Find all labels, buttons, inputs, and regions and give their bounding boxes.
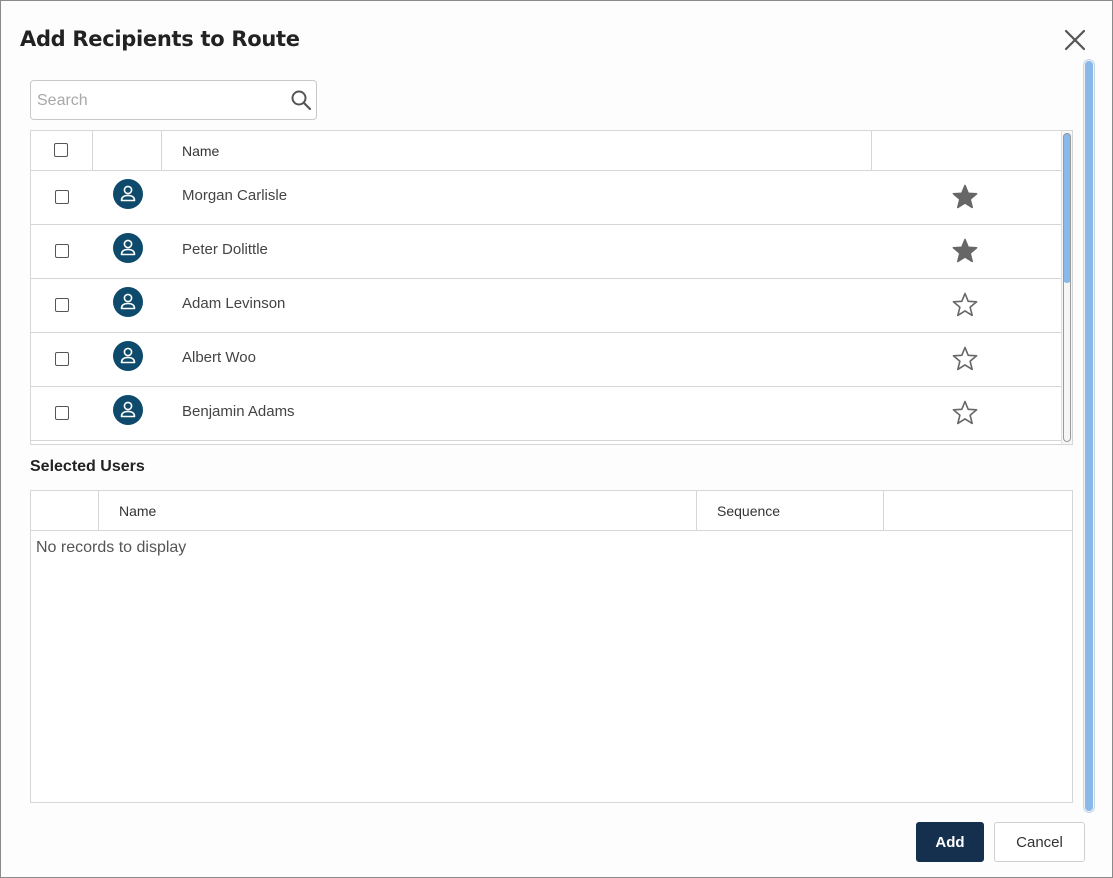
row-name: Benjamin Adams	[182, 403, 295, 420]
empty-message: No records to display	[36, 539, 187, 556]
recipients-grid-scrollbar-frame	[1063, 133, 1071, 442]
row-checkbox[interactable]	[55, 244, 69, 258]
search-box	[30, 80, 317, 120]
search-icon[interactable]	[290, 89, 312, 111]
user-avatar-icon	[113, 341, 143, 371]
close-icon[interactable]	[1062, 27, 1088, 53]
recipients-grid-scrollbar[interactable]	[1061, 131, 1072, 444]
star-filled-icon[interactable]	[952, 184, 978, 210]
star-outline-icon[interactable]	[952, 400, 978, 426]
star-outline-icon[interactable]	[952, 292, 978, 318]
header-avatar-cell	[93, 131, 162, 171]
recipients-grid: Name Morgan Carlisle Peter Dolittle Adam L…	[30, 130, 1073, 445]
table-row[interactable]: Albert Woo	[31, 333, 1061, 387]
row-checkbox[interactable]	[55, 190, 69, 204]
user-avatar-icon	[113, 395, 143, 425]
selected-header-extra-cell	[884, 491, 1072, 531]
row-checkbox[interactable]	[55, 352, 69, 366]
row-checkbox[interactable]	[55, 406, 69, 420]
star-outline-icon[interactable]	[952, 346, 978, 372]
header-name-label: Name	[182, 143, 220, 159]
header-favorite-cell	[872, 131, 1061, 171]
selected-header-name-cell[interactable]: Name	[99, 491, 697, 531]
selected-users-grid-header: Name Sequence	[31, 491, 1072, 531]
user-avatar-icon	[113, 233, 143, 263]
table-row[interactable]: Morgan Carlisle	[31, 171, 1061, 225]
add-button[interactable]: Add	[916, 822, 984, 862]
selected-header-name-label: Name	[119, 503, 157, 519]
table-row[interactable]: Benjamin Adams	[31, 387, 1061, 441]
dialog-title: Add Recipients to Route	[20, 27, 300, 51]
row-name: Morgan Carlisle	[182, 187, 288, 204]
add-recipients-dialog: Add Recipients to Route Name	[0, 0, 1113, 878]
dialog-scrollbar[interactable]	[1083, 59, 1095, 813]
search-input[interactable]	[37, 89, 277, 113]
selected-header-sequence-label: Sequence	[717, 503, 781, 519]
row-name: Albert Woo	[182, 349, 256, 366]
cancel-button[interactable]: Cancel	[994, 822, 1085, 862]
user-avatar-icon	[113, 287, 143, 317]
row-name: Adam Levinson	[182, 295, 286, 312]
table-row[interactable]: Adam Levinson	[31, 279, 1061, 333]
header-select-cell	[31, 131, 93, 171]
row-checkbox[interactable]	[55, 298, 69, 312]
user-avatar-icon	[113, 179, 143, 209]
selected-users-grid: Name Sequence No records to display	[30, 490, 1073, 803]
selected-header-sequence-cell[interactable]: Sequence	[697, 491, 884, 531]
dialog-scrollbar-thumb[interactable]	[1085, 61, 1093, 811]
recipients-grid-header: Name	[31, 131, 1061, 171]
selected-header-blank-cell	[31, 491, 99, 531]
row-name: Peter Dolittle	[182, 241, 268, 258]
header-name-cell[interactable]: Name	[162, 131, 872, 171]
select-all-checkbox[interactable]	[54, 143, 68, 157]
table-row[interactable]: Peter Dolittle	[31, 225, 1061, 279]
star-filled-icon[interactable]	[952, 238, 978, 264]
selected-users-title: Selected Users	[30, 458, 145, 475]
